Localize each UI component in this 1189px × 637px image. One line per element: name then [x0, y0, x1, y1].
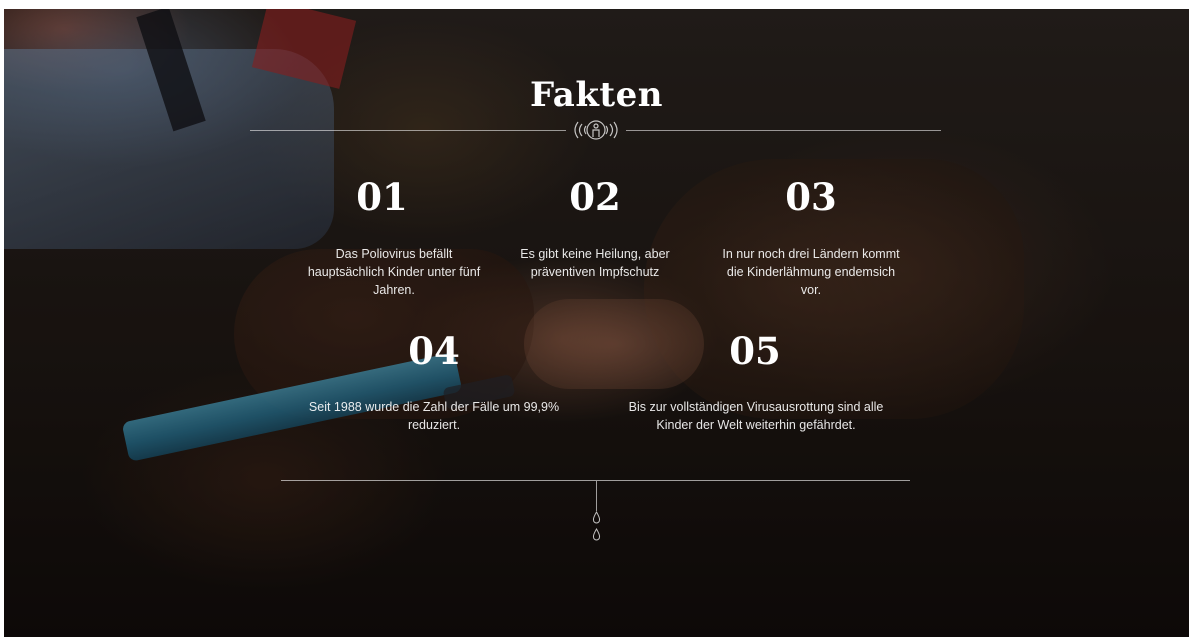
fact-text-05-line-1: Bis zur vollständigen Virusausrottung si… [628, 400, 884, 414]
title-divider-right [626, 130, 941, 131]
fact-text-01-line-3: Jahren. [373, 283, 415, 297]
fact-number-01: 01 [356, 175, 408, 219]
fact-text-03: In nur noch drei Ländern kommt die Kinde… [702, 245, 920, 299]
fact-number-03: 03 [785, 175, 837, 219]
fact-text-04: Seit 1988 wurde die Zahl der Fälle um 99… [294, 398, 574, 434]
fact-number-05: 05 [729, 329, 781, 373]
fact-text-01-line-1: Das Poliovirus befällt [335, 247, 453, 261]
fact-text-01-line-2: hauptsächlich Kinder unter fünf [307, 265, 481, 279]
hero-section: Fakten 01 Das Poliovirus befällt hauptsä… [4, 9, 1189, 637]
facts-content: Fakten 01 Das Poliovirus befällt hauptsä… [4, 9, 1189, 637]
water-drop-icon [592, 511, 601, 524]
fact-text-02-line-2: präventiven Impfschutz [530, 265, 660, 279]
fact-text-03-line-3: vor. [800, 283, 822, 297]
fact-text-03-line-2: die Kinderlähmung endemsich [726, 265, 896, 279]
fact-text-04-line-1: Seit 1988 wurde die Zahl der Fälle um 99… [308, 400, 560, 414]
fact-text-02-line-1: Es gibt keine Heilung, aber [520, 247, 670, 261]
fact-text-05-line-2: Kinder der Welt weiterhin gefährdet. [656, 418, 856, 432]
fact-number-04: 04 [408, 329, 460, 373]
title-divider-left [250, 130, 566, 131]
drop-line [596, 481, 597, 511]
fact-text-02: Es gibt keine Heilung, aber präventiven … [490, 245, 700, 281]
signal-person-icon [574, 120, 618, 140]
fact-text-04-line-2: reduziert. [407, 418, 461, 432]
fact-number-02: 02 [569, 175, 621, 219]
water-drop-icon [592, 528, 601, 541]
fact-text-01: Das Poliovirus befällt hauptsächlich Kin… [276, 245, 512, 299]
fact-text-03-line-1: In nur noch drei Ländern kommt [722, 247, 900, 261]
section-title: Fakten [530, 75, 663, 115]
fact-text-05: Bis zur vollständigen Virusausrottung si… [614, 398, 898, 434]
